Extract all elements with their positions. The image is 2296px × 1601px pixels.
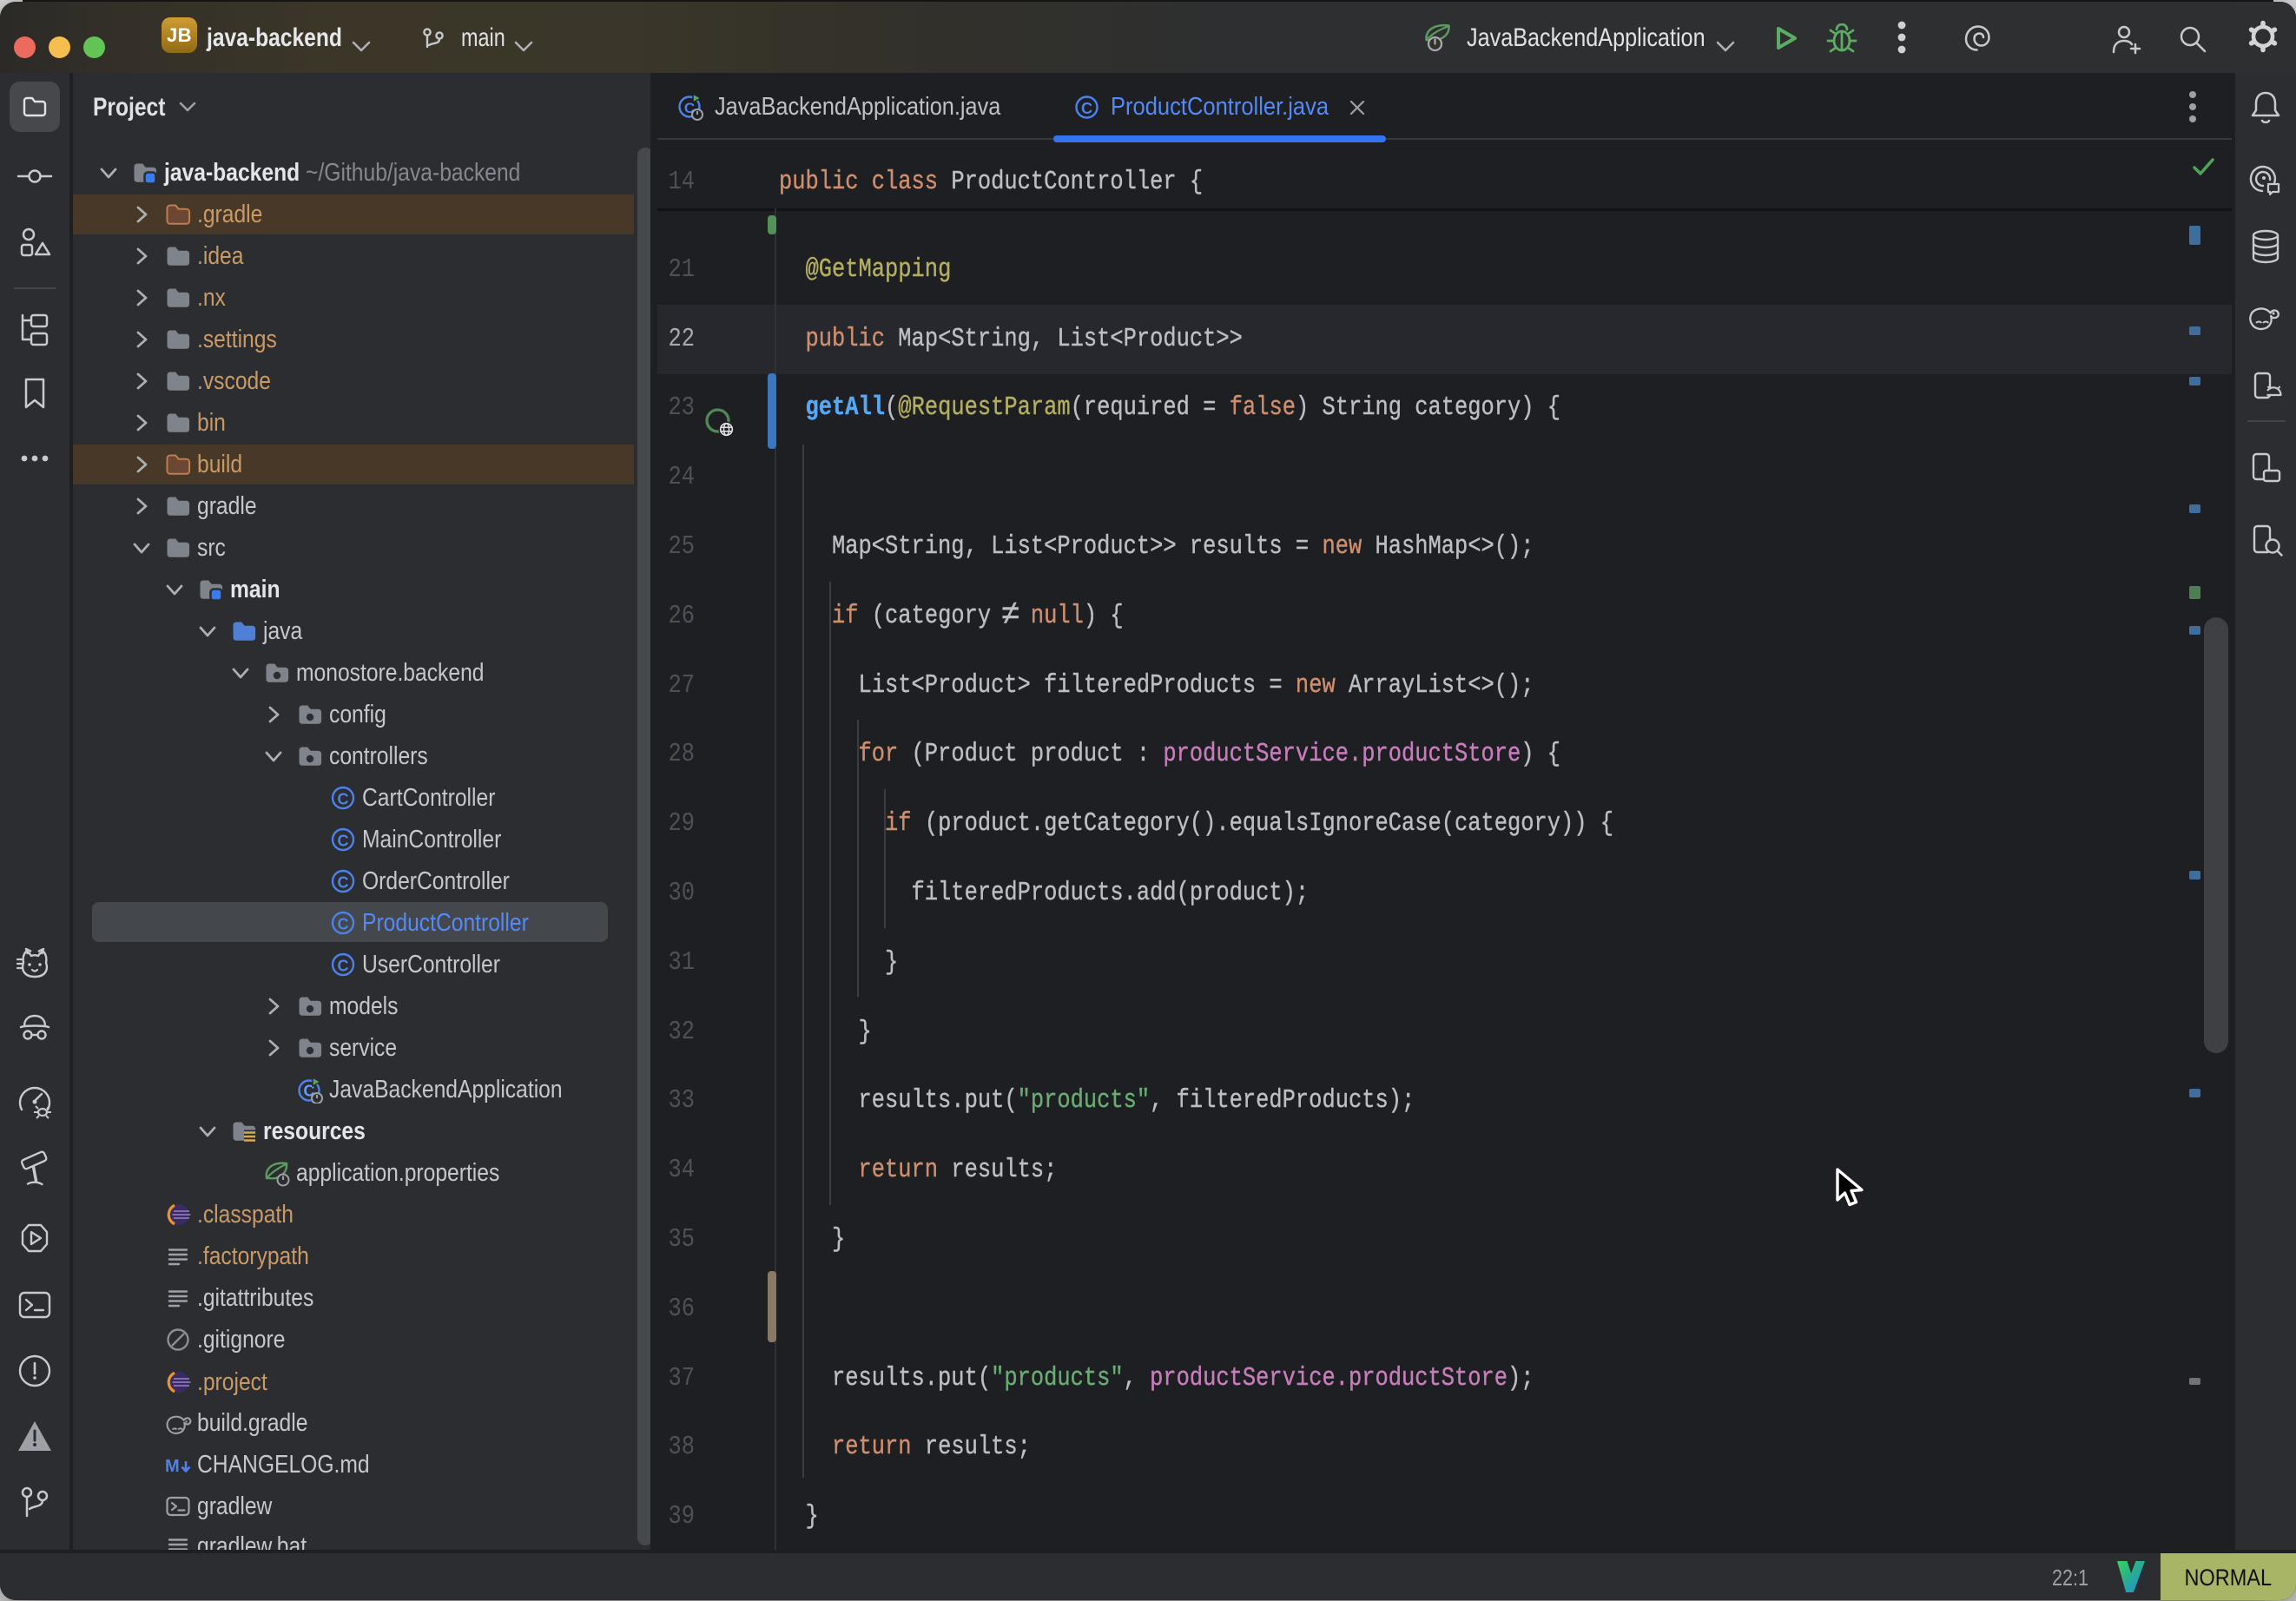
svg-text:M: M bbox=[165, 1457, 180, 1476]
svg-text:C: C bbox=[338, 833, 349, 850]
svg-text:C: C bbox=[338, 874, 349, 892]
svg-text:C: C bbox=[338, 791, 349, 808]
svg-text:C: C bbox=[1081, 100, 1092, 117]
svg-text:C: C bbox=[338, 958, 349, 975]
svg-text:C: C bbox=[338, 916, 349, 933]
